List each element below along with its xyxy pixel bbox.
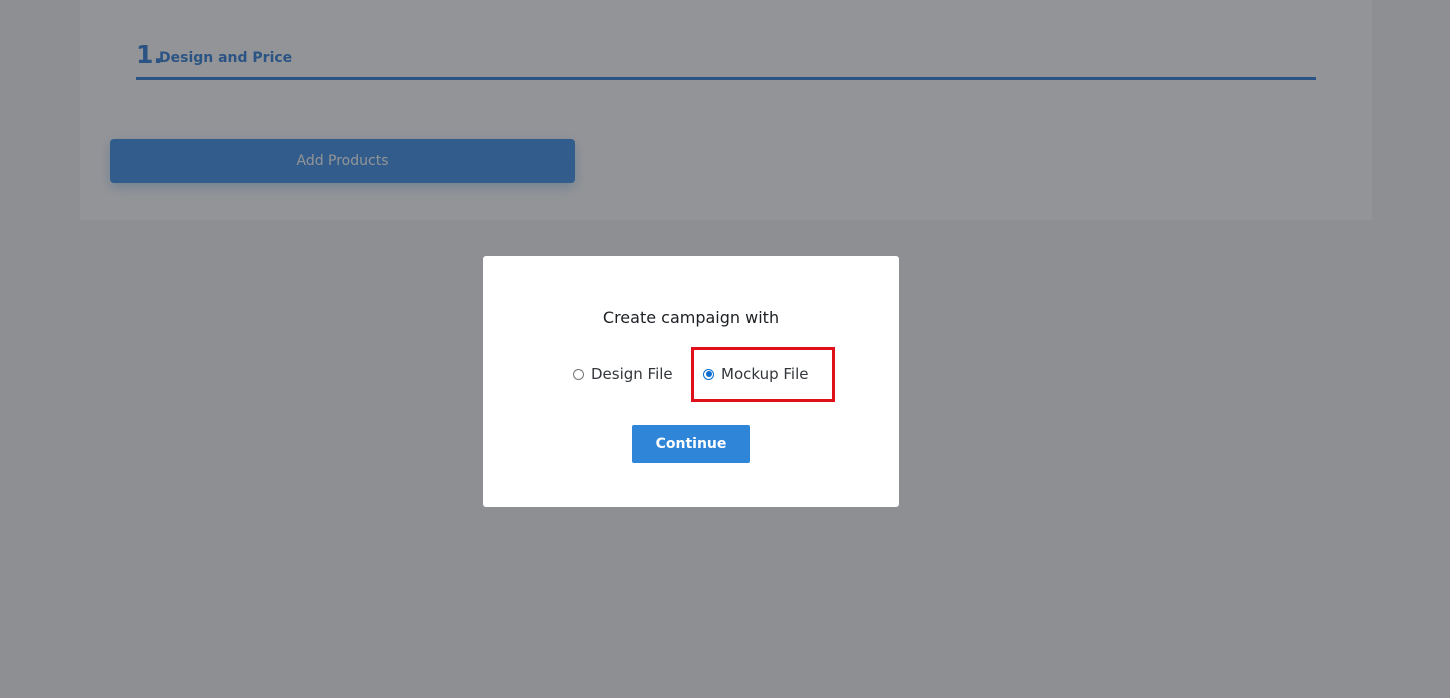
highlight-box (691, 347, 835, 402)
design-file-label[interactable]: Design File (591, 362, 673, 386)
create-campaign-modal: Create campaign with Design File Mockup … (483, 256, 899, 507)
modal-title: Create campaign with (602, 308, 780, 327)
design-file-option[interactable]: Design File (573, 362, 673, 386)
continue-button[interactable]: Continue (632, 425, 750, 463)
design-file-radio[interactable] (573, 368, 584, 380)
